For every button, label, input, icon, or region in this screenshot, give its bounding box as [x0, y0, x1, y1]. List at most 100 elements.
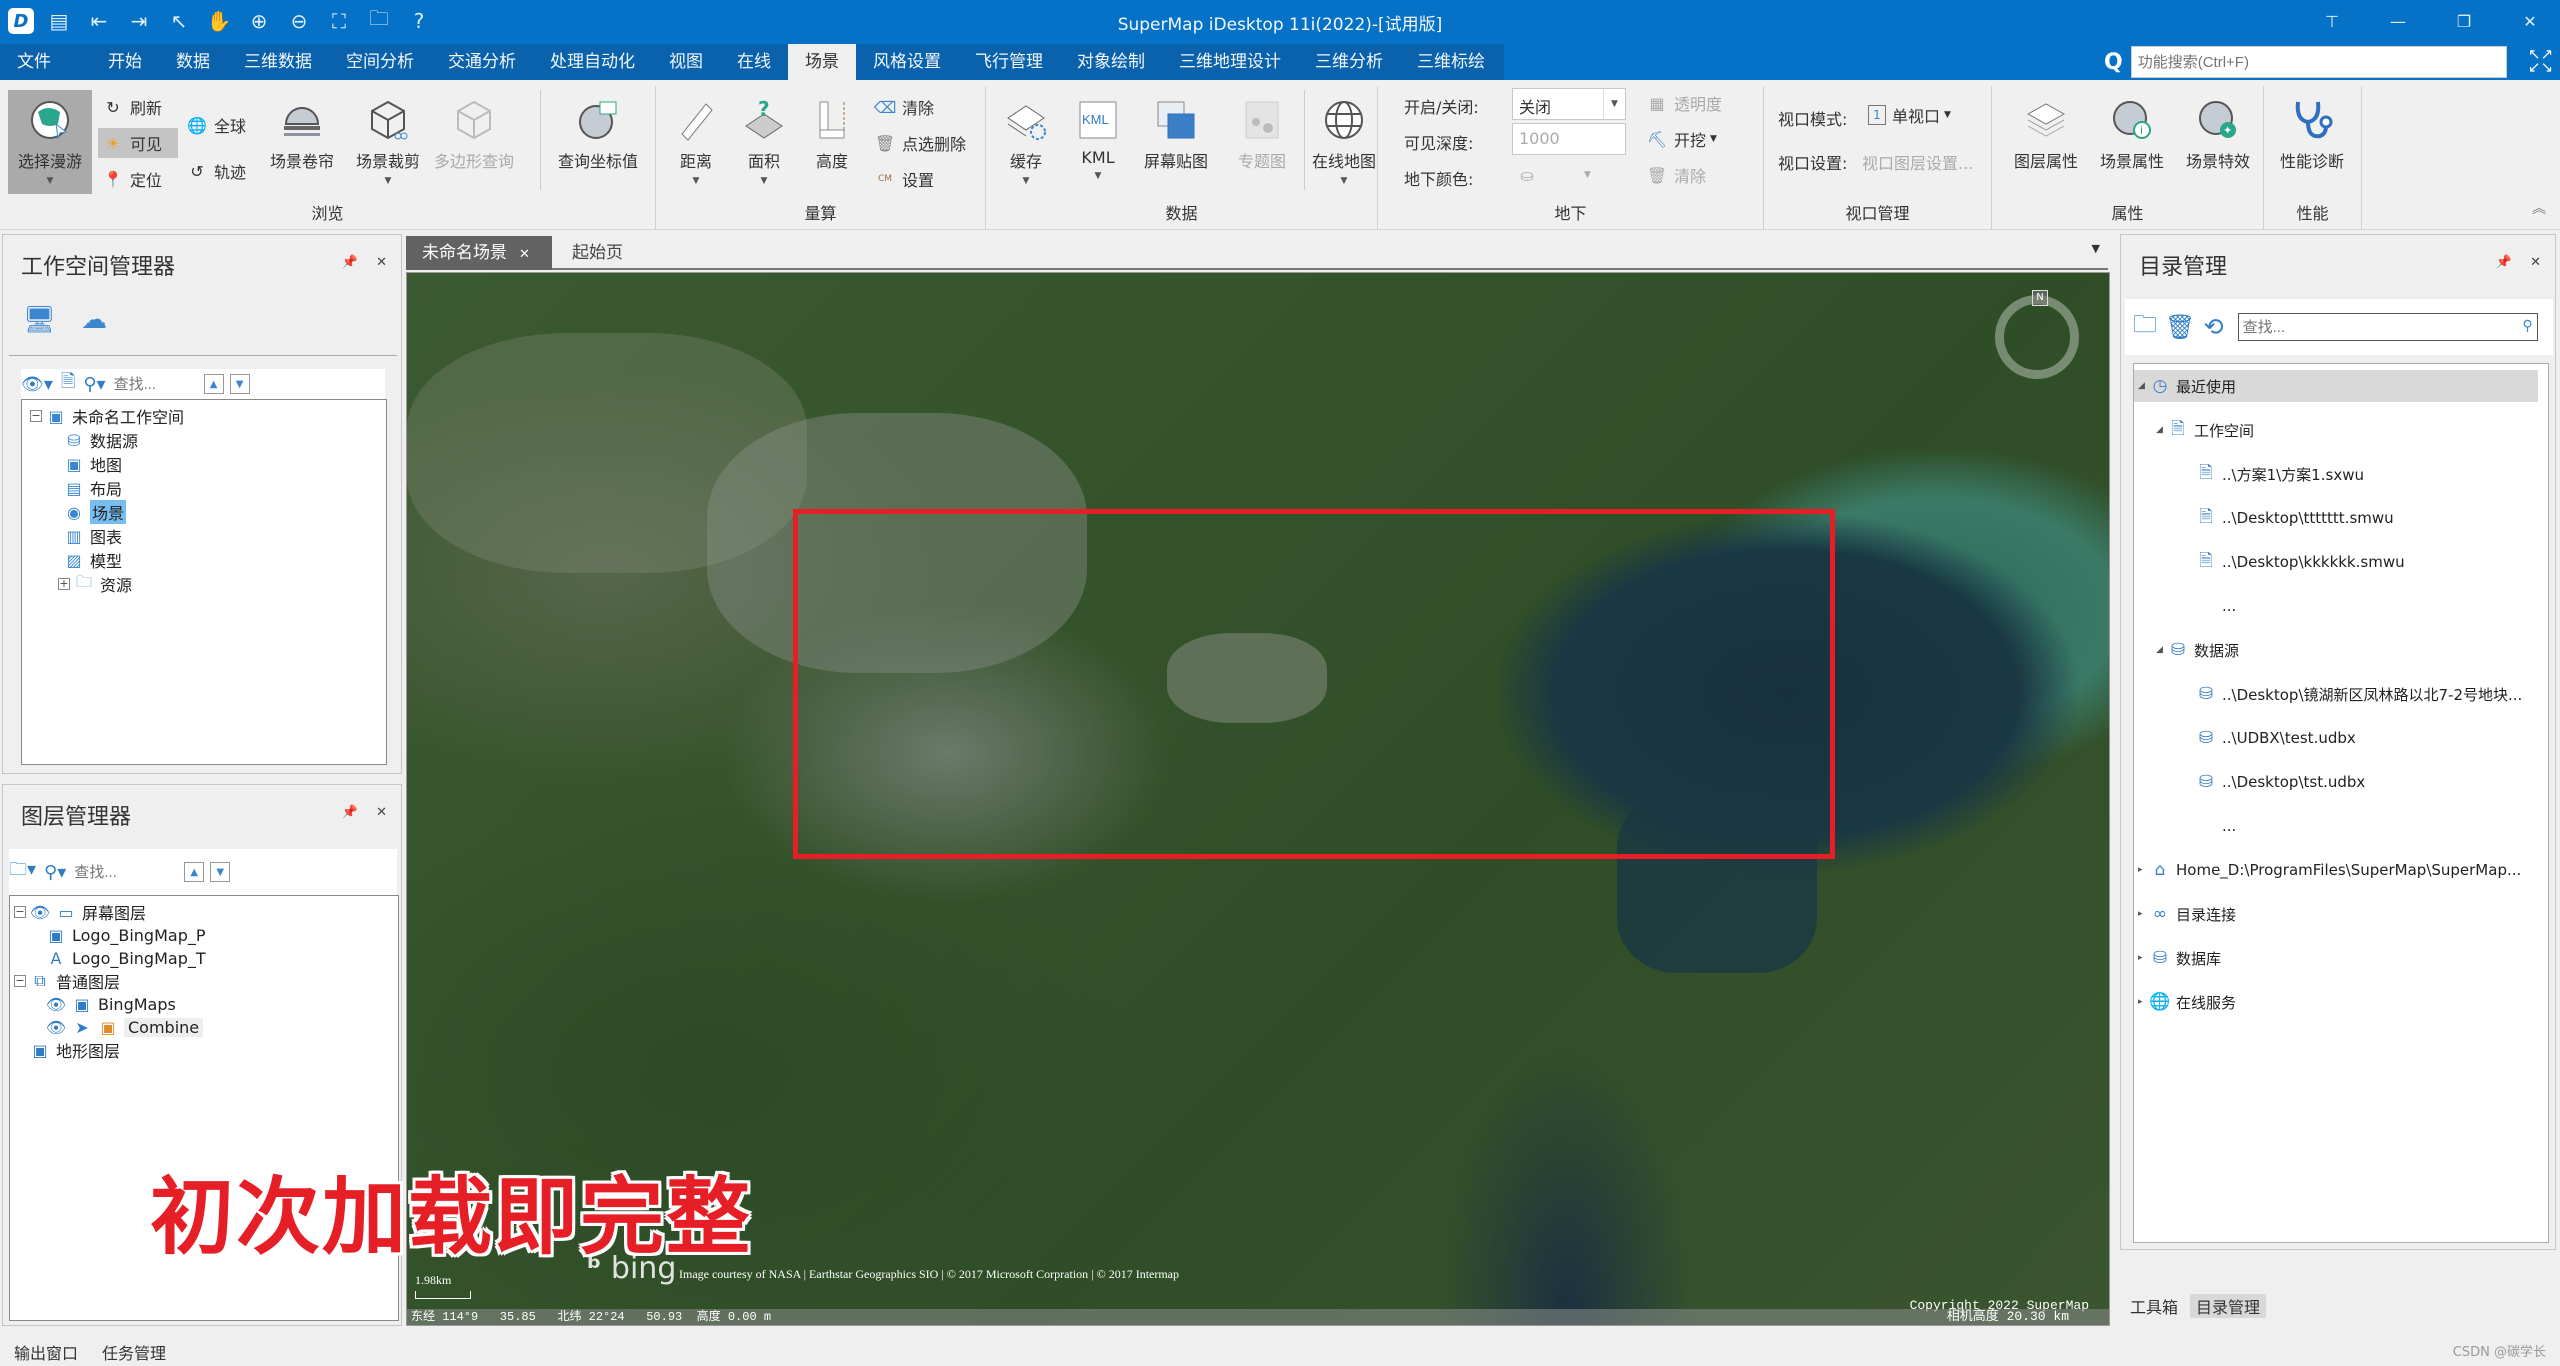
tree-node-workspace-root[interactable]: − ▣ 未命名工作空间 [30, 404, 184, 428]
expand-arrow-icon[interactable]: ◢ [2138, 381, 2150, 391]
tab-list-dropdown-icon[interactable]: ▼ [2092, 242, 2100, 255]
tree-node-workspace-item[interactable]: + 🗀 资源 [58, 572, 132, 596]
expand-icon[interactable]: + [58, 578, 70, 590]
tree-node-workspace-item[interactable]: ▤ 布局 [64, 476, 122, 500]
excavate-button[interactable]: ⛏ 开挖 ▼ [1642, 124, 1721, 154]
pick-delete-button[interactable]: 🗑 点选删除 [870, 128, 970, 158]
scene-clip-button[interactable]: 场景裁剪 ▼ [354, 90, 422, 194]
globe-button[interactable]: 🌐 全球 [182, 110, 250, 140]
distance-button[interactable]: 距离 ▼ [662, 90, 730, 194]
locate-button[interactable]: 📍 定位 [98, 164, 166, 194]
expand-arrow-icon[interactable]: ▸ [2138, 997, 2150, 1007]
tab-untitled-scene[interactable]: 未命名场景 ✕ [406, 236, 552, 270]
layer-search-input[interactable] [74, 863, 185, 881]
scene-effects-button[interactable]: ✦ 场景特效 [2184, 90, 2252, 194]
layer-properties-button[interactable]: 图层属性 [2012, 90, 2080, 194]
collapse-icon[interactable]: − [14, 975, 26, 987]
viewport-mode-select[interactable]: 1 单视口 ▼ [1864, 100, 1955, 130]
underground-onoff-select[interactable]: 关闭 ▼ [1512, 88, 1626, 120]
menu-tab-14[interactable]: 三维分析 [1298, 44, 1400, 80]
thematic-map-button[interactable]: 专题图 [1228, 90, 1296, 194]
tree-node-workspace-item[interactable]: ▨ 模型 [64, 548, 122, 572]
catalog-workspace-item[interactable]: ... [2184, 590, 2236, 622]
area-button[interactable]: ? 面积 ▼ [730, 90, 798, 194]
move-up-button[interactable]: ▲ [184, 862, 205, 882]
visible-depth-input[interactable]: 1000 [1512, 123, 1626, 155]
polygon-query-button[interactable]: 多边形查询 [434, 90, 514, 194]
expand-arrow-icon[interactable]: ▸ [2138, 953, 2150, 963]
layer-item[interactable]: ▣ Logo_BingMap_P [46, 923, 205, 947]
add-layer-icon[interactable]: 🗀▾ [9, 857, 36, 887]
visible-button[interactable]: ☀ 可见 [98, 128, 178, 158]
cloud-workspace-tab-icon[interactable]: ☁ [81, 305, 107, 335]
catalog-datasource-item[interactable]: ⛁ ..\UDBX\test.udbx [2184, 722, 2356, 754]
delete-icon[interactable]: 🗑 [2165, 313, 2195, 341]
move-down-button[interactable]: ▼ [210, 862, 231, 882]
track-button[interactable]: ↺ 轨迹 [182, 156, 250, 186]
underground-color-picker[interactable]: ⛀ ▼ [1512, 160, 1595, 190]
refresh-button[interactable]: ↻ 刷新 [98, 92, 166, 122]
catalog-recent[interactable]: ◢ ◷ 最近使用 [2134, 370, 2538, 402]
menu-tab-9[interactable]: 场景 [788, 44, 856, 80]
workspace-search-input[interactable] [113, 375, 204, 393]
measure-settings-button[interactable]: CM 设置 [870, 164, 938, 194]
performance-diagnose-button[interactable]: 性能诊断 [2278, 90, 2346, 194]
height-button[interactable]: 高度 [798, 90, 866, 194]
expand-arrow-icon[interactable]: ▸ [2138, 865, 2150, 875]
kml-button[interactable]: KML KML ▼ [1064, 90, 1132, 194]
tree-node-workspace-item[interactable]: ◉ 场景 [64, 500, 127, 524]
catalog-online-service[interactable]: ▸ 🌐 在线服务 [2138, 986, 2236, 1018]
ribbon-display-icon[interactable]: ⊤ [2314, 6, 2350, 36]
tab-toolbox[interactable]: 工具箱 [2130, 1294, 2178, 1318]
layer-item[interactable]: 👁 ▣ BingMaps [46, 992, 176, 1016]
catalog-workspace-item[interactable]: 🗎 ..\方案1\方案1.sxwu [2184, 458, 2364, 490]
catalog-datasource-item[interactable]: ⛁ ..\Desktop\tst.udbx [2184, 766, 2365, 798]
open-file-icon[interactable]: 🗎 [61, 369, 75, 399]
catalog-datasource-item[interactable]: ... [2184, 810, 2236, 842]
menu-tab-10[interactable]: 风格设置 [856, 44, 958, 80]
scene-properties-button[interactable]: i 场景属性 [2098, 90, 2166, 194]
pin-icon[interactable]: 📌 [342, 805, 358, 820]
search-icon[interactable]: ⚲▾ [44, 862, 66, 883]
collapse-ribbon-icon[interactable]: ︽ [2532, 198, 2546, 218]
eye-icon[interactable]: 👁 [46, 1017, 66, 1037]
tab-catalog[interactable]: 目录管理 [2190, 1294, 2267, 1318]
tree-node-workspace-item[interactable]: ⛁ 数据源 [64, 428, 138, 452]
pin-icon[interactable]: 📌 [342, 255, 358, 270]
search-icon[interactable]: ⚲▾ [83, 374, 105, 395]
layer-group[interactable]: ▣ 地形图层 [14, 1038, 120, 1062]
menu-tab-1[interactable]: 开始 [91, 44, 159, 80]
eye-icon[interactable]: 👁 [46, 994, 66, 1014]
close-icon[interactable]: ✕ [376, 255, 387, 270]
excavate-clear-button[interactable]: 🗑 清除 [1642, 160, 1710, 190]
expand-arrow-icon[interactable]: ◢ [2156, 645, 2168, 655]
scene-swipe-button[interactable]: 场景卷帘 [268, 90, 336, 194]
menu-tab-5[interactable]: 交通分析 [431, 44, 533, 80]
close-tab-icon[interactable]: ✕ [519, 247, 530, 262]
expand-arrow-icon[interactable]: ▸ [2138, 909, 2150, 919]
select-roam-button[interactable]: 选择漫游 ▼ [8, 90, 92, 194]
cache-button[interactable]: 缓存 ▼ [992, 90, 1060, 194]
compass-control[interactable]: N [1995, 290, 2079, 379]
catalog-database[interactable]: ▸ ⛁ 数据库 [2138, 942, 2221, 974]
menu-tab-3[interactable]: 三维数据 [227, 44, 329, 80]
tab-start-page[interactable]: 起始页 [556, 236, 639, 270]
catalog-dir-connect[interactable]: ▸ ∞ 目录连接 [2138, 898, 2236, 930]
screen-map-button[interactable]: 屏幕贴图 [1138, 90, 1214, 194]
pin-icon[interactable]: 📌 [2496, 255, 2512, 270]
tree-node-workspace-item[interactable]: ▣ 地图 [64, 452, 122, 476]
eye-icon[interactable]: 👁 [30, 902, 50, 922]
close-icon[interactable]: ✕ [2530, 255, 2541, 270]
menu-tab-7[interactable]: 视图 [652, 44, 720, 80]
menu-tab-6[interactable]: 处理自动化 [533, 44, 652, 80]
layer-item[interactable]: 👁 ➤ ▣ Combine [46, 1015, 204, 1039]
catalog-datasource-item[interactable]: ⛁ ..\Desktop\镜湖新区凤林路以北7-2号地块... [2184, 678, 2522, 710]
restore-button[interactable]: ❐ [2446, 6, 2482, 36]
menu-tab-13[interactable]: 三维地理设计 [1162, 44, 1298, 80]
refresh-icon[interactable]: ⟲ [2203, 313, 2223, 341]
fullscreen-icon[interactable]: ↖↗ ↙↘ [2528, 47, 2553, 75]
local-workspace-tab-icon[interactable]: 🖥 [23, 305, 56, 335]
tab-task-manager[interactable]: 任务管理 [102, 1340, 166, 1364]
measure-clear-button[interactable]: ⌫ 清除 [870, 92, 938, 122]
selectable-arrow-icon[interactable]: ➤ [72, 1017, 92, 1037]
